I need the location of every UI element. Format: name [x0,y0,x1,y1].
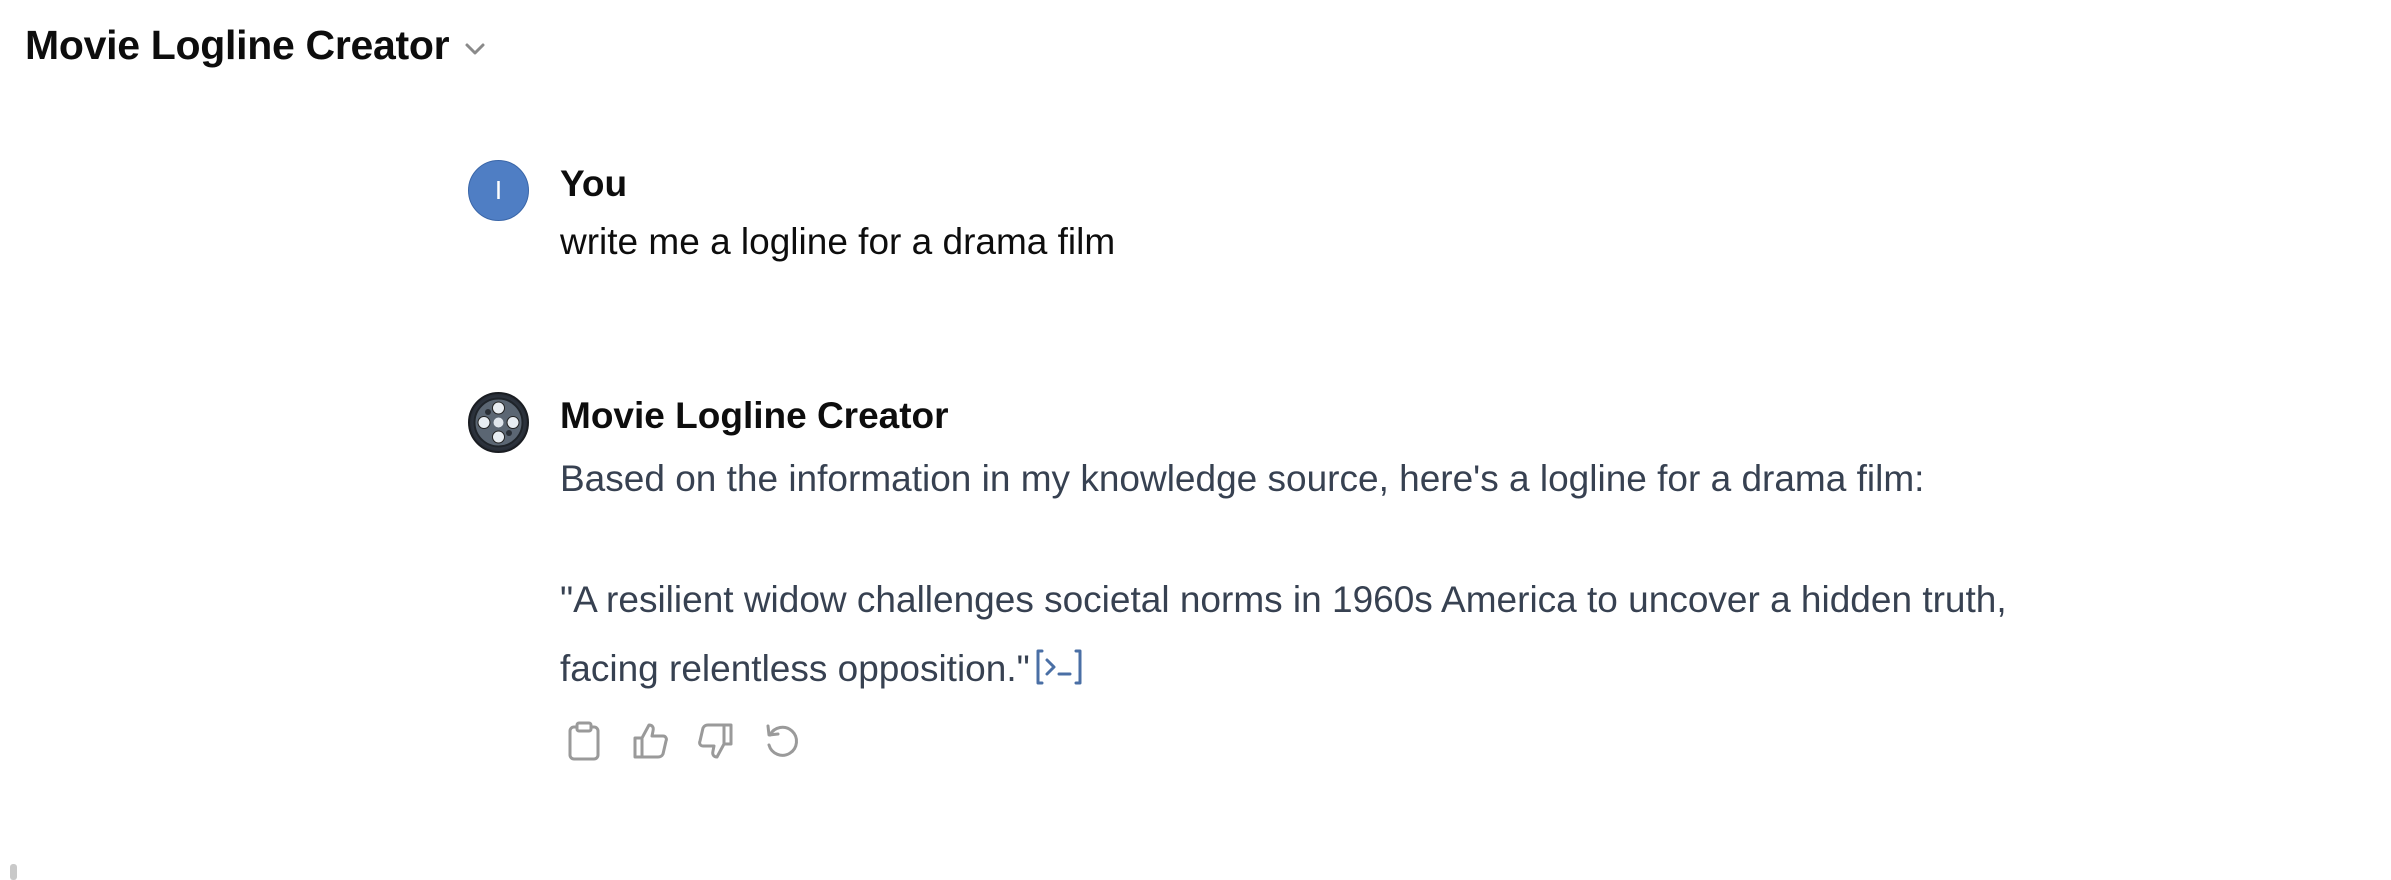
thumbs-up-button[interactable] [626,717,674,765]
scrollbar-thumb[interactable] [10,864,17,880]
chevron-down-icon[interactable] [463,35,487,57]
chat-header[interactable]: Movie Logline Creator [25,22,487,69]
copy-button[interactable] [560,717,608,765]
user-avatar-initial: I [494,175,503,205]
assistant-paragraph-logline: "A resilient widow challenges societal n… [560,565,2060,709]
citation-icon[interactable] [1034,640,1084,709]
user-message-text: write me a logline for a drama film [560,221,1116,262]
assistant-avatar [468,392,529,453]
assistant-message-text: Based on the information in my knowledge… [560,444,2060,709]
regenerate-button[interactable] [758,717,806,765]
user-sender-name: You [560,163,628,204]
regenerate-icon [766,724,798,757]
thumbs-down-icon [698,723,733,759]
message-actions [560,717,2060,765]
logline-text: "A resilient widow challenges societal n… [560,579,2007,689]
user-avatar: I [468,160,529,221]
assistant-sender-name: Movie Logline Creator [560,395,949,436]
assistant-paragraph-intro: Based on the information in my knowledge… [560,458,1925,499]
user-message: I You write me a logline for a drama fil… [468,160,1115,266]
clipboard-icon [568,721,600,761]
film-reel-icon [473,397,524,448]
thumbs-down-button[interactable] [692,717,740,765]
thumbs-up-icon [633,723,668,759]
assistant-message: Movie Logline Creator Based on the infor… [468,392,2060,765]
gpt-title: Movie Logline Creator [25,22,450,68]
